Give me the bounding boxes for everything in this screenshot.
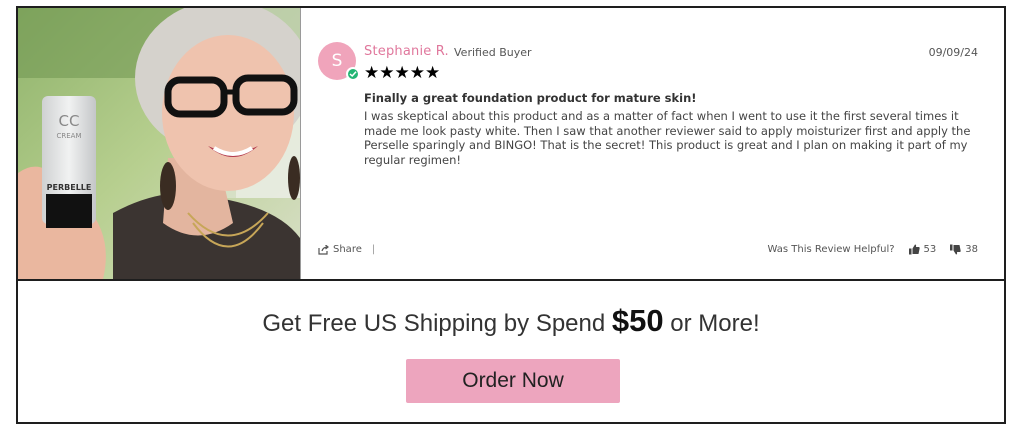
review-title: Finally a great foundation product for m… bbox=[364, 91, 697, 105]
product-label-cream: CREAM bbox=[56, 132, 81, 140]
promo-amount: $50 bbox=[611, 303, 664, 338]
review-promo-card: CC CREAM PERBELLE S Stephanie R. Verifie… bbox=[16, 6, 1006, 424]
review-body: I was skeptical about this product and a… bbox=[364, 109, 971, 167]
order-now-button[interactable]: Order Now bbox=[406, 359, 620, 403]
promo-headline: Get Free US Shipping by Spend $50 or Mor… bbox=[18, 303, 1004, 339]
share-separator: | bbox=[371, 244, 376, 255]
promo-text-before: Get Free US Shipping by Spend bbox=[262, 310, 606, 337]
upvote-count: 53 bbox=[923, 244, 937, 255]
customer-photo: CC CREAM PERBELLE bbox=[18, 8, 301, 279]
thumbs-up-icon[interactable] bbox=[908, 244, 920, 255]
share-label: Share bbox=[333, 244, 362, 255]
reviewer-name: Stephanie R. bbox=[364, 44, 449, 59]
verified-buyer-label: Verified Buyer bbox=[454, 46, 532, 59]
review-content: S Stephanie R. Verified Buyer 09/09/24 ★… bbox=[301, 8, 1004, 279]
share-button[interactable]: Share | bbox=[318, 244, 375, 255]
promo-text-after: or More! bbox=[670, 310, 760, 337]
share-icon bbox=[318, 244, 329, 255]
star-rating: ★★★★★ bbox=[364, 63, 441, 83]
shipping-promo: Get Free US Shipping by Spend $50 or Mor… bbox=[18, 279, 1004, 422]
product-label-brand: PERBELLE bbox=[47, 183, 92, 192]
thumbs-down-icon[interactable] bbox=[950, 244, 961, 255]
helpful-label: Was This Review Helpful? bbox=[767, 244, 895, 255]
helpful-votes: Was This Review Helpful? 53 38 bbox=[768, 244, 978, 255]
review-section: CC CREAM PERBELLE S Stephanie R. Verifie… bbox=[18, 8, 1004, 281]
product-label-cc: CC bbox=[59, 112, 80, 130]
review-date: 09/09/24 bbox=[928, 46, 978, 59]
verified-check-icon bbox=[346, 67, 360, 81]
downvote-count: 38 bbox=[965, 244, 978, 255]
